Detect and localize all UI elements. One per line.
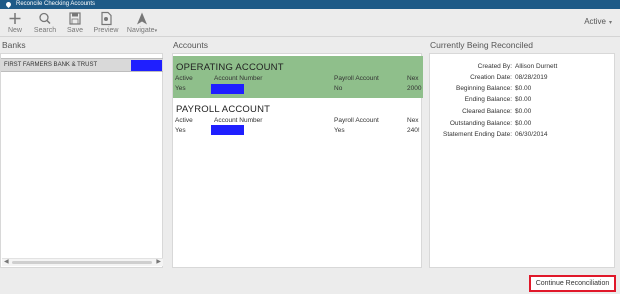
continue-reconciliation-button[interactable]: Continue Reconciliation (529, 275, 616, 292)
search-button[interactable]: Search (31, 11, 59, 34)
creation-date-row: Creation Date: 08/28/2019 (470, 74, 548, 81)
navigate-icon (137, 12, 147, 25)
accounts-title: Accounts (173, 40, 208, 50)
horizontal-scrollbar[interactable]: ◀ ▶ (2, 258, 163, 266)
outstanding-balance-row: Outstanding Balance: $0.00 (449, 120, 532, 127)
created-by-row: Created By: Allison Durnett (477, 63, 558, 70)
statement-ending-date-row: Statement Ending Date: 06/30/2014 (442, 131, 548, 138)
reconciled-title: Currently Being Reconciled (430, 40, 533, 50)
list-item[interactable]: FIRST FARMERS BANK & TRUST (1, 58, 163, 72)
navigate-button[interactable]: Navigate▾ (125, 11, 159, 34)
ending-balance-row: Ending Balance: $0.00 (464, 96, 532, 103)
new-button[interactable]: New (4, 11, 26, 34)
preview-icon (101, 11, 112, 26)
chevron-left-icon[interactable]: ◀ (4, 259, 9, 266)
search-icon (39, 12, 51, 25)
window-title: Reconcile Checking Accounts (16, 1, 96, 7)
account-row-operating[interactable]: OPERATING ACCOUNT Active Account Number … (173, 56, 423, 98)
chevron-down-icon: ▾ (154, 28, 158, 34)
accounts-panel: OPERATING ACCOUNT Active Account Number … (172, 53, 423, 268)
chevron-down-icon: ▾ (608, 20, 612, 26)
redaction-box (131, 60, 162, 71)
chevron-right-icon[interactable]: ▶ (156, 259, 161, 266)
reconciled-panel: Created By: Allison Durnett Creation Dat… (429, 53, 615, 268)
banks-title: Banks (2, 40, 26, 50)
plus-icon (9, 13, 21, 24)
status-select[interactable]: Active ▾ (584, 17, 612, 26)
scrollbar-thumb[interactable] (12, 261, 152, 264)
save-icon (69, 12, 81, 25)
window-titlebar: Reconcile Checking Accounts (0, 0, 620, 9)
cleared-balance-row: Cleared Balance: $0.00 (462, 108, 532, 115)
redaction-box (211, 125, 244, 135)
toolbar: New Search Save Preview Navigate▾ Active… (0, 9, 620, 37)
save-button[interactable]: Save (64, 11, 86, 34)
redaction-box (211, 84, 244, 94)
account-row-payroll[interactable]: PAYROLL ACCOUNT Active Account Number Pa… (173, 98, 423, 140)
pin-icon (4, 0, 13, 9)
preview-button[interactable]: Preview (92, 11, 120, 34)
banks-panel: FIRST FARMERS BANK & TRUST ◀ ▶ (0, 53, 163, 268)
beginning-balance-row: Beginning Balance: $0.00 (455, 85, 532, 92)
